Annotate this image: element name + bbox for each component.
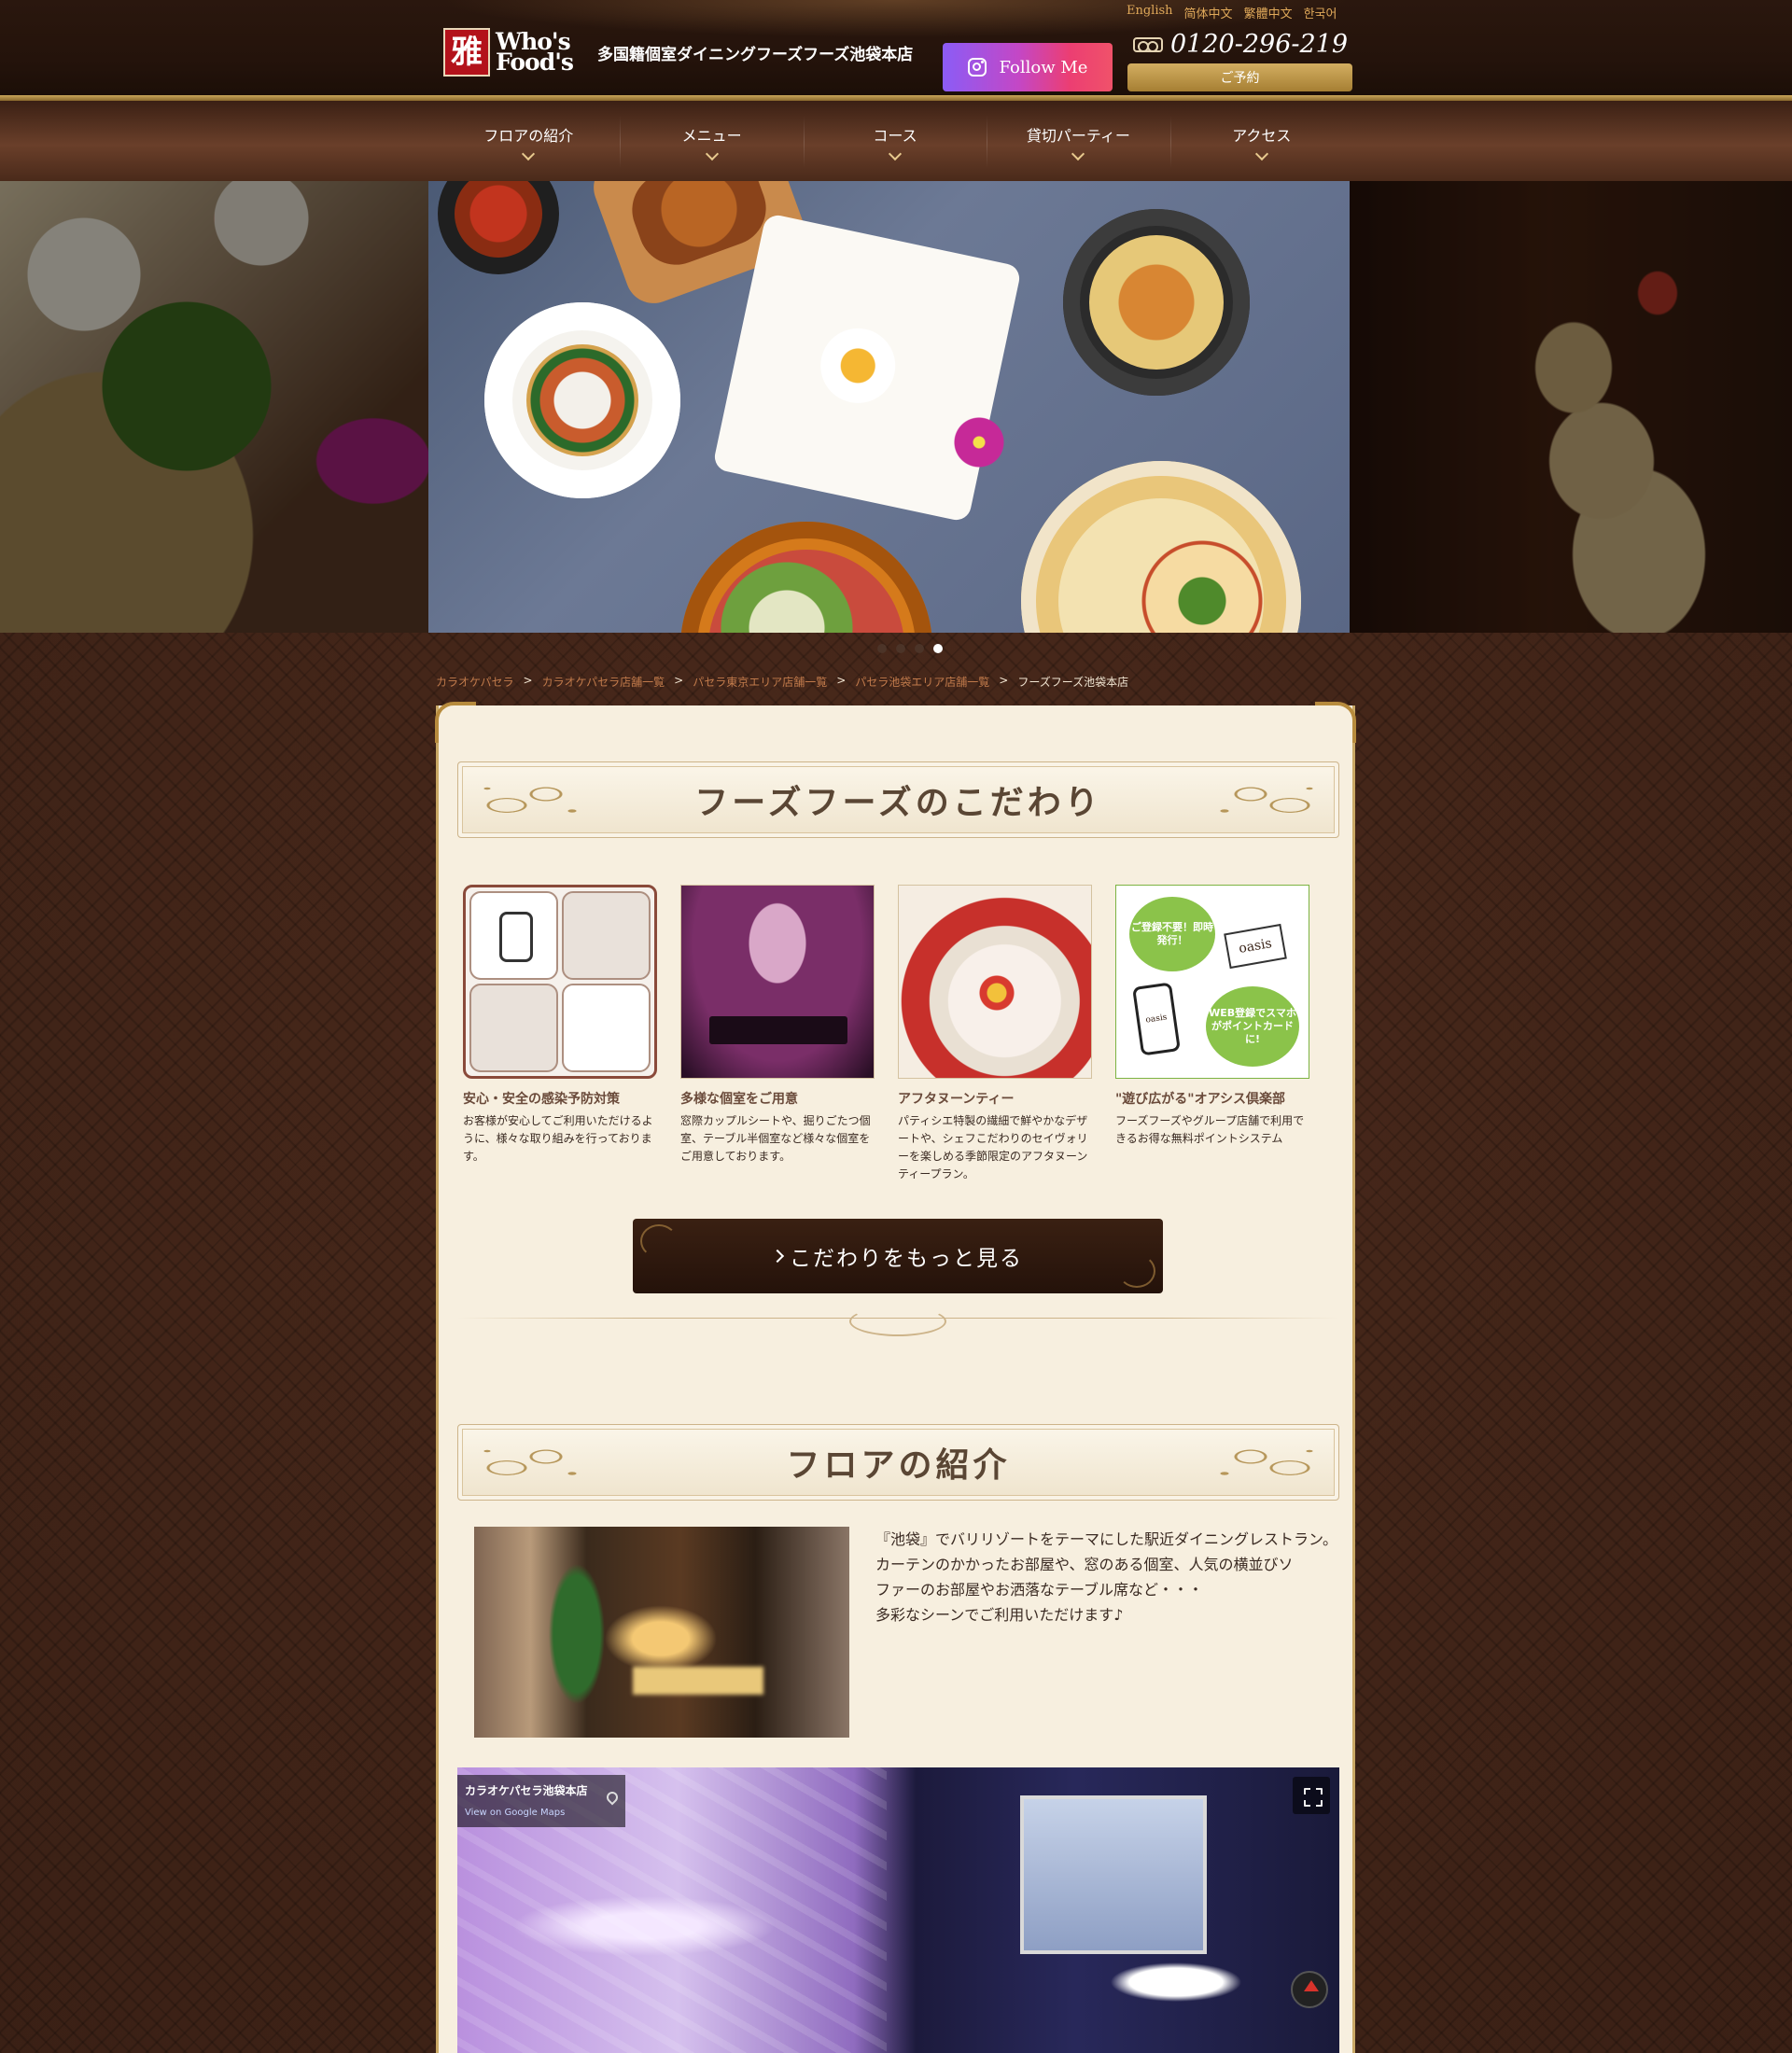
feature-image-safety bbox=[463, 885, 657, 1079]
nav-item-floor[interactable]: フロアの紹介 bbox=[437, 101, 620, 181]
nav-item-menu[interactable]: メニュー bbox=[620, 101, 803, 181]
site-logo[interactable]: 雅 Who's Food's bbox=[443, 26, 583, 78]
feature-card-afternoon-tea[interactable]: アフタヌーンティー パティシエ特製の繊細で鮮やかなデザートや、シェフこだわりのセ… bbox=[898, 885, 1097, 1183]
feature-card-safety[interactable]: 安心・安全の感染予防対策 お客様が安心してご利用いただけるように、様々な取り組み… bbox=[463, 885, 662, 1183]
feature-title: 多様な個室をご用意 bbox=[680, 1092, 798, 1107]
slider-dot[interactable] bbox=[896, 644, 905, 653]
feature-title: "遊び広がる"オアシス倶楽部 bbox=[1115, 1092, 1286, 1107]
feature-title: 安心・安全の感染予防対策 bbox=[463, 1092, 620, 1107]
chevron-down-icon bbox=[888, 147, 903, 161]
slider-dot[interactable] bbox=[915, 644, 924, 653]
feature-text: 窓際カップルシートや、掘りごたつ個室、テーブル半個室など様々な個室をご用意してお… bbox=[680, 1114, 871, 1163]
floor-description: 『池袋』でバリリゾートをテーマにした駅近ダイニングレストラン。 カーテンのかかっ… bbox=[875, 1530, 1338, 1624]
nav-label: コース bbox=[873, 127, 917, 145]
breadcrumb-link[interactable]: パセラ東京エリア店舗一覧 bbox=[693, 674, 827, 690]
language-switcher: English 简体中文 繁體中文 한국어 bbox=[1127, 4, 1337, 21]
ornament-icon bbox=[468, 772, 598, 828]
feature-title: アフタヌーンティー bbox=[898, 1092, 1015, 1107]
main-nav: フロアの紹介 メニュー コース 貸切パーティー アクセス bbox=[0, 101, 1792, 181]
nav-label: メニュー bbox=[681, 127, 742, 145]
feature-text: パティシエ特製の繊細で鮮やかなデザートや、シェフこだわりのセイヴォリーを楽しめる… bbox=[898, 1114, 1088, 1180]
lang-simplified-chinese[interactable]: 简体中文 bbox=[1184, 4, 1233, 21]
feature-text: お客様が安心してご利用いただけるように、様々な取り組みを行っております。 bbox=[463, 1114, 653, 1163]
view-on-google-maps-link[interactable]: View on Google Maps bbox=[465, 1808, 618, 1818]
logo-wordmark: Who's Food's bbox=[496, 28, 574, 76]
phone-number: 0120-296-219 bbox=[1170, 30, 1349, 59]
breadcrumb: カラオケパセラ > カラオケパセラ店舗一覧 > パセラ東京エリア店舗一覧 > パ… bbox=[436, 674, 1129, 690]
free-dial-icon bbox=[1133, 36, 1163, 52]
nav-label: 貸切パーティー bbox=[1026, 127, 1130, 145]
chevron-down-icon bbox=[522, 147, 536, 161]
instagram-follow-label: Follow Me bbox=[999, 57, 1088, 77]
lang-korean[interactable]: 한국어 bbox=[1304, 4, 1337, 21]
ornament-icon bbox=[1198, 1434, 1329, 1490]
feature-card-oasis-club[interactable]: ご登録不要！即時発行！ oasis oasis WEB登録でスマホがポイントカー… bbox=[1115, 885, 1314, 1183]
instagram-icon bbox=[967, 58, 987, 77]
more-button-label: こだわりをもっと見る bbox=[790, 1247, 1023, 1271]
oasis-bubble: ご登録不要！即時発行！ bbox=[1129, 897, 1215, 971]
nav-label: アクセス bbox=[1232, 127, 1292, 145]
breadcrumb-link[interactable]: カラオケパセラ bbox=[436, 674, 514, 690]
ornament-icon bbox=[1118, 1254, 1155, 1288]
kodawari-more-button[interactable]: こだわりをもっと見る bbox=[633, 1219, 1163, 1293]
street-view-embed[interactable]: カラオケパセラ池袋本店 View on Google Maps bbox=[457, 1767, 1339, 2053]
chevron-down-icon bbox=[705, 147, 719, 161]
site-header: 雅 Who's Food's 多国籍個室ダイニングフーズフーズ池袋本店 Engl… bbox=[0, 0, 1792, 101]
ornament-icon bbox=[468, 1434, 598, 1490]
street-view-place-card: カラオケパセラ池袋本店 View on Google Maps bbox=[457, 1775, 625, 1827]
projector-screen bbox=[1020, 1795, 1207, 1954]
lang-traditional-chinese[interactable]: 繁體中文 bbox=[1244, 4, 1293, 21]
ornament-icon bbox=[640, 1224, 678, 1258]
feature-list: 安心・安全の感染予防対策 お客様が安心してご利用いただけるように、様々な取り組み… bbox=[463, 885, 1336, 1183]
chevron-down-icon bbox=[1071, 147, 1085, 161]
feature-card-private-rooms[interactable]: 多様な個室をご用意 窓際カップルシートや、掘りごたつ個室、テーブル半個室など様々… bbox=[680, 885, 879, 1183]
slider-dot[interactable] bbox=[877, 644, 887, 653]
nav-item-course[interactable]: コース bbox=[803, 101, 987, 181]
slider-dots bbox=[0, 644, 1792, 653]
content-panel: フーズフーズのこだわり 安心・安全の感染予防対策 お客様が安心してご利用いただけ… bbox=[435, 702, 1356, 2053]
oasis-bubble: WEB登録でスマホがポイントカードに! bbox=[1206, 986, 1299, 1067]
breadcrumb-current: フーズフーズ池袋本店 bbox=[1017, 676, 1129, 689]
feature-image-oasis-club: ご登録不要！即時発行！ oasis oasis WEB登録でスマホがポイントカー… bbox=[1115, 885, 1309, 1079]
hero-next-slide-image[interactable] bbox=[1350, 181, 1792, 633]
smartphone-icon: oasis bbox=[1132, 982, 1181, 1056]
hero-prev-slide-image[interactable] bbox=[0, 181, 428, 633]
nav-label: フロアの紹介 bbox=[483, 127, 574, 145]
logo-mark: 雅 bbox=[443, 28, 490, 77]
nav-item-private-party[interactable]: 貸切パーティー bbox=[987, 101, 1169, 181]
section-heading: フーズフーズのこだわり bbox=[694, 783, 1102, 822]
compass-icon[interactable] bbox=[1291, 1971, 1328, 2008]
ornament-icon bbox=[1198, 772, 1329, 828]
floor-entrance-photo bbox=[474, 1527, 849, 1738]
corner-ornament bbox=[435, 702, 476, 743]
chevron-right-icon bbox=[770, 1249, 785, 1264]
slider-dot-active[interactable] bbox=[933, 644, 943, 653]
fullscreen-icon[interactable] bbox=[1293, 1777, 1330, 1814]
chevron-down-icon bbox=[1254, 147, 1268, 161]
hero-active-slide-image bbox=[428, 181, 1350, 633]
site-tagline: 多国籍個室ダイニングフーズフーズ池袋本店 bbox=[597, 46, 914, 64]
section-title-kodawari: フーズフーズのこだわり bbox=[457, 761, 1339, 838]
corner-ornament bbox=[1315, 702, 1356, 743]
breadcrumb-link[interactable]: パセラ池袋エリア店舗一覧 bbox=[855, 674, 989, 690]
feature-text: フーズフーズやグループ店舗で利用できるお得な無料ポイントシステム bbox=[1115, 1114, 1305, 1145]
hero-slider[interactable] bbox=[0, 181, 1792, 633]
map-pin-icon[interactable] bbox=[604, 1789, 621, 1806]
feature-image-afternoon-tea bbox=[898, 885, 1092, 1079]
lang-english[interactable]: English bbox=[1127, 4, 1173, 21]
section-title-floor: フロアの紹介 bbox=[457, 1424, 1339, 1501]
feature-image-private-room bbox=[680, 885, 875, 1079]
breadcrumb-link[interactable]: カラオケパセラ店舗一覧 bbox=[542, 674, 665, 690]
section-divider bbox=[457, 1303, 1339, 1340]
section-heading: フロアの紹介 bbox=[786, 1445, 1011, 1485]
oasis-card-icon: oasis bbox=[1224, 923, 1287, 970]
instagram-follow-button[interactable]: Follow Me bbox=[943, 43, 1113, 91]
reserve-button[interactable]: ご予約 bbox=[1127, 63, 1352, 91]
nav-item-access[interactable]: アクセス bbox=[1169, 101, 1353, 181]
street-view-place-name: カラオケパセラ池袋本店 bbox=[465, 1784, 588, 1797]
phone-contact[interactable]: 0120-296-219 bbox=[1133, 30, 1348, 59]
